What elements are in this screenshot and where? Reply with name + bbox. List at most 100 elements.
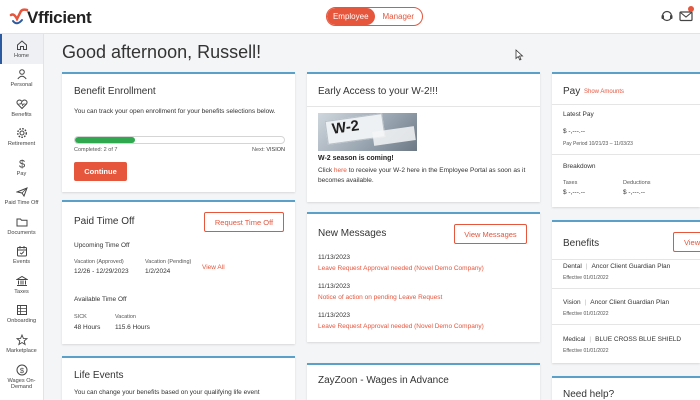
plane-icon — [15, 187, 28, 198]
svg-text:$: $ — [19, 365, 24, 374]
sidebar-item-label: Paid Time Off — [4, 200, 39, 207]
card-title: Paid Time Off — [74, 216, 135, 227]
benefit-enrollment-card: Benefit Enrollment You can track your op… — [62, 72, 295, 192]
separator: | — [589, 336, 592, 343]
dollar-circle-icon: $ — [16, 364, 27, 375]
gear-icon — [16, 128, 27, 139]
role-manager-button[interactable]: Manager — [375, 8, 423, 25]
logo[interactable]: Vfficient — [8, 7, 92, 29]
next-label: Next: — [251, 147, 265, 153]
w2-body-suffix: to receive your W-2 here in the Employee… — [318, 167, 526, 184]
zayzoon-card: ZayZoon - Wages in Advance — [307, 363, 540, 400]
latest-pay-label: Latest Pay — [563, 111, 594, 118]
sidebar-item-pay[interactable]: $ Pay — [0, 152, 43, 182]
sidebar-item-retirement[interactable]: Retirement — [0, 123, 43, 153]
benefit-type: Medical — [563, 336, 586, 343]
card-title: Need help? — [563, 389, 615, 400]
w2-card: Early Access to your W-2!!! W-2 W-2 seas… — [307, 72, 540, 202]
w2-body: Click here to receive your W-2 here in t… — [318, 166, 528, 185]
logo-text: Vfficient — [27, 8, 92, 27]
clipboard-icon — [16, 305, 27, 316]
benefit-row[interactable]: Medical | BLUE CROSS BLUE SHIELD — [563, 336, 681, 343]
card-title: ZayZoon - Wages in Advance — [318, 375, 449, 386]
available-type: SICK — [74, 314, 87, 320]
w2-headline: W-2 season is coming! — [318, 155, 394, 162]
upcoming-time-off-heading: Upcoming Time Off — [74, 242, 130, 249]
divider — [552, 288, 700, 289]
sidebar-item-label: Personal — [10, 82, 33, 89]
sidebar-item-personal[interactable]: Personal — [0, 64, 43, 94]
enrollment-description: You can track your open enrollment for y… — [74, 108, 276, 115]
next-status: Next: VISION — [252, 147, 285, 153]
completed-status: Completed: 2 of 7 — [74, 147, 117, 153]
message-date: 11/13/2023 — [318, 312, 351, 319]
sidebar: Home Personal Benefits Retirement $ Pay … — [0, 34, 44, 400]
benefit-effective: Effective 01/01/2022 — [563, 348, 609, 354]
card-title: Benefits — [563, 238, 600, 249]
w2-here-link[interactable]: here — [334, 167, 347, 174]
view-all-link[interactable]: View All — [202, 264, 225, 271]
enrollment-progress-bar — [74, 136, 285, 144]
benefit-row[interactable]: Dental | Ancor Client Guardian Plan — [563, 263, 670, 270]
enrollment-progress-fill — [75, 137, 135, 143]
sidebar-item-home[interactable]: Home — [0, 34, 43, 64]
message-link[interactable]: Leave Request Approval needed (Novel Dem… — [318, 323, 484, 330]
message-link[interactable]: Leave Request Approval needed (Novel Dem… — [318, 265, 484, 272]
w2-body-prefix: Click — [318, 167, 334, 174]
sidebar-item-taxes[interactable]: Taxes — [0, 270, 43, 300]
benefit-effective: Effective 01/01/2022 — [563, 311, 609, 317]
benefit-plan: Ancor Client Guardian Plan — [590, 299, 670, 306]
life-events-description: You can change your benefits based on yo… — [74, 389, 260, 396]
taxes-value: $ -,---.-- — [563, 189, 586, 196]
benefit-row[interactable]: Vision | Ancor Client Guardian Plan — [563, 299, 669, 306]
benefit-plan: BLUE CROSS BLUE SHIELD — [595, 336, 682, 343]
continue-button[interactable]: Continue — [74, 162, 127, 181]
message-date: 11/13/2023 — [318, 254, 351, 261]
sidebar-item-marketplace[interactable]: Marketplace — [0, 329, 43, 359]
sidebar-item-label: Documents — [7, 229, 36, 236]
role-toggle[interactable]: Employee Manager — [326, 7, 423, 26]
sidebar-item-paid-time-off[interactable]: Paid Time Off — [0, 182, 43, 212]
role-employee-button[interactable]: Employee — [327, 8, 375, 25]
benefit-plan: Ancor Client Guardian Plan — [591, 263, 671, 270]
sidebar-item-onboarding[interactable]: Onboarding — [0, 300, 43, 330]
sidebar-item-label: Wages On-Demand — [7, 377, 36, 390]
svg-text:$: $ — [18, 158, 24, 169]
view-messages-button[interactable]: View Messages — [454, 224, 527, 244]
dollar-icon: $ — [18, 158, 24, 169]
headset-icon[interactable] — [660, 9, 674, 23]
message-date: 11/13/2023 — [318, 283, 351, 290]
available-type: Vacation — [115, 314, 136, 320]
folder-icon — [16, 218, 27, 227]
sidebar-item-documents[interactable]: Documents — [0, 211, 43, 241]
star-icon — [15, 333, 28, 346]
message-link[interactable]: Notice of action on pending Leave Reques… — [318, 294, 442, 301]
paid-time-off-card: Paid Time Off Request Time Off Upcoming … — [62, 200, 295, 344]
sidebar-item-label: Pay — [16, 170, 27, 177]
new-messages-card: New Messages View Messages 11/13/2023 Le… — [307, 212, 540, 342]
available-hours: 48 Hours — [74, 324, 101, 331]
sidebar-item-events[interactable]: Events — [0, 241, 43, 271]
sidebar-item-label: Taxes — [14, 288, 29, 295]
upcoming-type: Vacation (Approved) — [74, 259, 124, 265]
card-title: Pay — [563, 86, 581, 97]
separator: | — [584, 299, 587, 306]
divider — [552, 154, 700, 155]
separator: | — [585, 263, 588, 270]
view-benefits-button[interactable]: View — [673, 232, 700, 252]
sidebar-item-benefits[interactable]: Benefits — [0, 93, 43, 123]
latest-pay-value: $ -,---.-- — [563, 128, 586, 135]
request-time-off-button[interactable]: Request Time Off — [204, 212, 284, 232]
life-events-card: Life Events You can change your benefits… — [62, 356, 295, 400]
divider — [552, 324, 700, 325]
show-amounts-link[interactable]: Show Amounts — [584, 89, 624, 95]
sidebar-item-label: Retirement — [7, 141, 36, 148]
pay-period: Pay Period 10/21/23 – 11/03/23 — [563, 141, 633, 147]
sidebar-item-wages-on-demand[interactable]: $ Wages On-Demand — [0, 359, 43, 395]
upcoming-dates: 1/2/2024 — [145, 268, 171, 275]
card-title: Early Access to your W-2!!! — [318, 86, 438, 97]
benefits-card: Benefits View Dental | Ancor Client Guardi… — [552, 220, 700, 363]
bank-icon — [15, 275, 28, 286]
available-hours: 115.6 Hours — [115, 324, 150, 331]
upcoming-dates: 12/26 - 12/29/2023 — [74, 268, 129, 275]
